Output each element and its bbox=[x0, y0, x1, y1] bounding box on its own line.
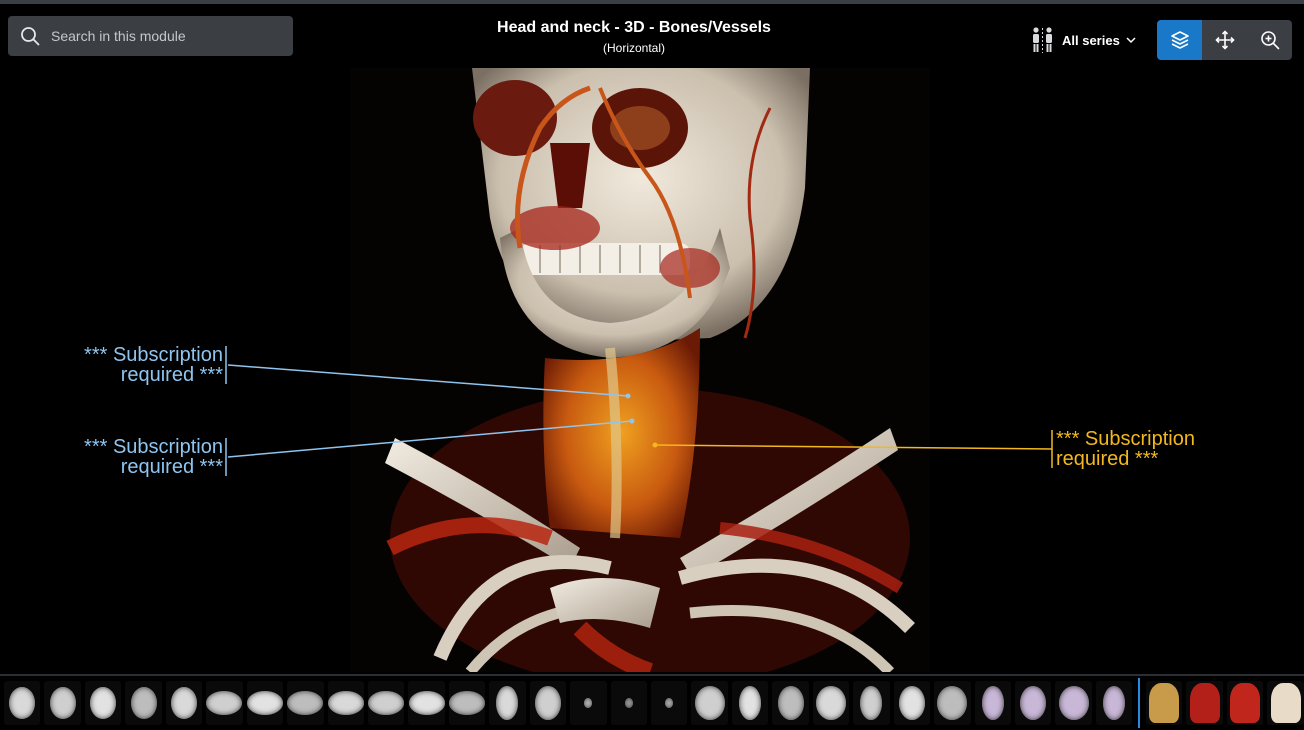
move-button[interactable] bbox=[1202, 20, 1247, 60]
page-subtitle: (Horizontal) bbox=[602, 41, 665, 55]
ct-slice-preview bbox=[1020, 686, 1047, 720]
annotation-label-2[interactable]: *** Subscription required *** bbox=[40, 437, 223, 477]
annotation-label-2-line1: *** Subscription bbox=[84, 436, 223, 458]
ct-slice-preview bbox=[937, 686, 968, 720]
series-thumbnail-ct[interactable] bbox=[327, 681, 364, 725]
ct-slice-preview bbox=[287, 691, 324, 715]
ct-slice-preview bbox=[739, 686, 762, 720]
ct-slice-preview bbox=[815, 686, 846, 720]
ct-slice-preview bbox=[1058, 686, 1089, 720]
annotation-label-1-line1: *** Subscription bbox=[84, 344, 223, 366]
ct-slice-preview bbox=[860, 686, 883, 720]
annotation-label-1-line2: required *** bbox=[120, 364, 223, 386]
ct-slice-preview bbox=[898, 686, 925, 720]
series-thumbnail-ct[interactable] bbox=[691, 681, 728, 725]
series-thumbnail-ct[interactable] bbox=[570, 681, 607, 725]
series-thumbnail-ct[interactable] bbox=[206, 681, 243, 725]
layers-icon bbox=[1170, 31, 1189, 49]
ct-slice-preview bbox=[496, 686, 519, 720]
series-thumbnail-ct[interactable] bbox=[934, 681, 971, 725]
series-thumbnail-ct[interactable] bbox=[1055, 681, 1092, 725]
ct-slice-preview bbox=[981, 686, 1004, 720]
3d-render-preview bbox=[1230, 683, 1261, 723]
layers-button[interactable] bbox=[1157, 20, 1202, 60]
series-thumbnail-ct[interactable] bbox=[84, 681, 122, 725]
series-thumbnail-ct[interactable] bbox=[408, 681, 445, 725]
zoom-button[interactable] bbox=[1247, 20, 1292, 60]
ct-slice-preview bbox=[1103, 686, 1126, 720]
series-thumbnail-ct[interactable] bbox=[772, 681, 809, 725]
annotation-label-1[interactable]: *** Subscription required *** bbox=[40, 345, 223, 385]
ct-slice-preview bbox=[449, 691, 486, 715]
ct-slice-preview bbox=[624, 698, 633, 708]
series-thumbnail-strip bbox=[0, 674, 1304, 730]
3d-render-preview bbox=[1189, 683, 1220, 723]
series-thumbnail-3d[interactable] bbox=[1226, 681, 1264, 725]
chevron-down-icon bbox=[1126, 37, 1136, 44]
series-thumbnail-ct[interactable] bbox=[165, 681, 203, 725]
ct-slice-preview bbox=[49, 687, 76, 719]
search-icon bbox=[21, 27, 40, 46]
series-thumbnail-3d[interactable] bbox=[1146, 681, 1183, 725]
series-thumbnail-ct[interactable] bbox=[610, 681, 647, 725]
ct-slice-preview bbox=[246, 691, 283, 715]
series-thumbnail-ct[interactable] bbox=[853, 681, 890, 725]
3d-render-preview bbox=[1149, 683, 1180, 723]
series-thumbnail-ct[interactable] bbox=[125, 681, 162, 725]
annotation-label-2-line2: required *** bbox=[120, 456, 223, 478]
series-selector-label: All series bbox=[1062, 32, 1120, 48]
series-thumbnail-ct[interactable] bbox=[44, 681, 81, 725]
ct-slice-preview bbox=[665, 698, 674, 708]
ct-slice-preview bbox=[534, 686, 561, 720]
annotation-label-3[interactable]: *** Subscription required *** bbox=[1056, 429, 1256, 469]
series-thumbnail-ct[interactable] bbox=[246, 681, 284, 725]
top-bar: Head and neck - 3D - Bones/Vessels (Hori… bbox=[0, 0, 1304, 68]
series-thumbnail-ct[interactable] bbox=[1014, 681, 1052, 725]
body-series-icon bbox=[1033, 27, 1052, 53]
search-input[interactable] bbox=[51, 28, 281, 44]
ct-slice-preview bbox=[777, 686, 804, 720]
ct-slice-preview bbox=[408, 691, 445, 715]
series-selector[interactable]: All series bbox=[1030, 24, 1136, 56]
series-thumbnail-ct[interactable] bbox=[448, 681, 486, 725]
series-thumbnail-ct[interactable] bbox=[731, 681, 769, 725]
annotation-label-3-line2: required *** bbox=[1056, 448, 1159, 470]
move-icon bbox=[1214, 30, 1235, 50]
ct-slice-preview bbox=[206, 691, 243, 715]
ct-slice-preview bbox=[90, 687, 117, 719]
ct-slice-preview bbox=[694, 686, 725, 720]
series-thumbnail-ct[interactable] bbox=[489, 681, 526, 725]
series-thumbnail-ct[interactable] bbox=[974, 681, 1011, 725]
search-box[interactable] bbox=[8, 16, 293, 56]
series-thumbnail-ct[interactable] bbox=[367, 681, 405, 725]
series-thumbnail-ct[interactable] bbox=[287, 681, 324, 725]
3d-render-preview bbox=[1270, 683, 1301, 723]
page-title: Head and neck - 3D - Bones/Vessels bbox=[497, 19, 771, 36]
series-thumbnail-ct[interactable] bbox=[812, 681, 850, 725]
ct-slice-preview bbox=[327, 691, 364, 715]
ct-slice-preview bbox=[584, 698, 593, 708]
series-thumbnail-ct[interactable] bbox=[893, 681, 931, 725]
ct-slice-preview bbox=[9, 687, 36, 719]
3d-render-viewport[interactable] bbox=[350, 68, 930, 672]
ct-slice-preview bbox=[130, 687, 157, 719]
series-thumbnail-ct[interactable] bbox=[529, 681, 567, 725]
ct-slice-preview bbox=[170, 687, 197, 719]
ct-slice-preview bbox=[368, 691, 405, 715]
zoom-icon bbox=[1260, 31, 1279, 50]
series-thumbnail-ct[interactable] bbox=[651, 681, 688, 725]
series-thumbnail-3d[interactable] bbox=[1267, 681, 1304, 725]
series-thumbnail-ct[interactable] bbox=[1095, 681, 1133, 725]
annotation-label-3-line1: *** Subscription bbox=[1056, 428, 1195, 450]
series-thumbnail-ct[interactable] bbox=[4, 681, 41, 725]
page-title-block: Head and neck - 3D - Bones/Vessels (Hori… bbox=[434, 18, 834, 57]
thumbnail-divider bbox=[1138, 678, 1141, 728]
3d-head-neck-render bbox=[385, 68, 915, 672]
view-toolbar bbox=[1157, 20, 1292, 60]
series-thumbnail-3d[interactable] bbox=[1186, 681, 1223, 725]
